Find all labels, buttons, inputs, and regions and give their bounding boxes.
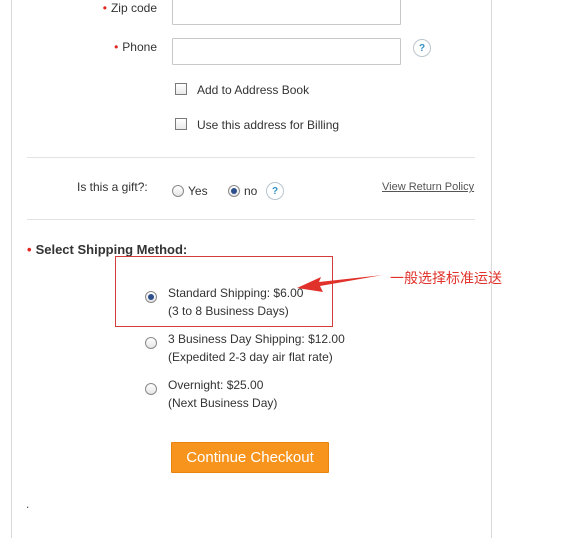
phone-input[interactable] — [172, 38, 401, 65]
shipping-option-3day-line1: 3 Business Day Shipping: $12.00 — [168, 332, 345, 346]
shipping-option-standard-line2: (3 to 8 Business Days) — [168, 304, 289, 318]
shipping-option-overnight-line1: Overnight: $25.00 — [168, 378, 264, 392]
required-mark: • — [27, 242, 32, 257]
divider — [27, 157, 475, 158]
add-to-address-book-checkbox[interactable] — [175, 83, 187, 95]
phone-label: • Phone — [60, 40, 157, 54]
shipping-method-title: • Select Shipping Method: — [27, 242, 187, 257]
shipping-option-standard-line1: Standard Shipping: $6.00 — [168, 286, 304, 300]
annotation-text: 一般选择标准运送 — [390, 271, 502, 287]
gift-no-radio[interactable] — [228, 185, 240, 197]
annotation-arrow-icon — [297, 275, 383, 292]
shipping-option-overnight-radio[interactable] — [145, 383, 157, 395]
required-mark: • — [102, 1, 107, 15]
zip-label-text: Zip code — [110, 1, 157, 15]
zip-label: • Zip code — [60, 1, 157, 15]
gift-no-label: no — [244, 184, 258, 198]
gift-yes-label: Yes — [188, 184, 208, 198]
view-return-policy-link[interactable]: View Return Policy — [382, 181, 474, 193]
zip-input[interactable] — [172, 0, 401, 25]
continue-checkout-button[interactable]: Continue Checkout — [171, 442, 329, 473]
gift-help-icon[interactable]: ? — [266, 182, 284, 200]
use-for-billing-label: Use this address for Billing — [197, 118, 340, 132]
shipping-title-text: Select Shipping Method: — [35, 242, 188, 257]
required-mark: • — [114, 40, 119, 54]
shipping-option-overnight-line2: (Next Business Day) — [168, 396, 278, 410]
use-for-billing-checkbox[interactable] — [175, 118, 187, 130]
shipping-option-3day-radio[interactable] — [145, 337, 157, 349]
phone-help-icon[interactable]: ? — [413, 39, 431, 57]
add-to-address-book-label: Add to Address Book — [197, 83, 310, 97]
phone-label-text: Phone — [122, 40, 157, 54]
shipping-option-3day-line2: (Expedited 2-3 day air flat rate) — [168, 350, 333, 364]
gift-label: Is this a gift?: — [77, 180, 148, 194]
shipping-option-standard-radio[interactable] — [145, 291, 157, 303]
divider — [27, 219, 475, 220]
footer-mark: . — [26, 497, 30, 511]
gift-yes-radio[interactable] — [172, 185, 184, 197]
